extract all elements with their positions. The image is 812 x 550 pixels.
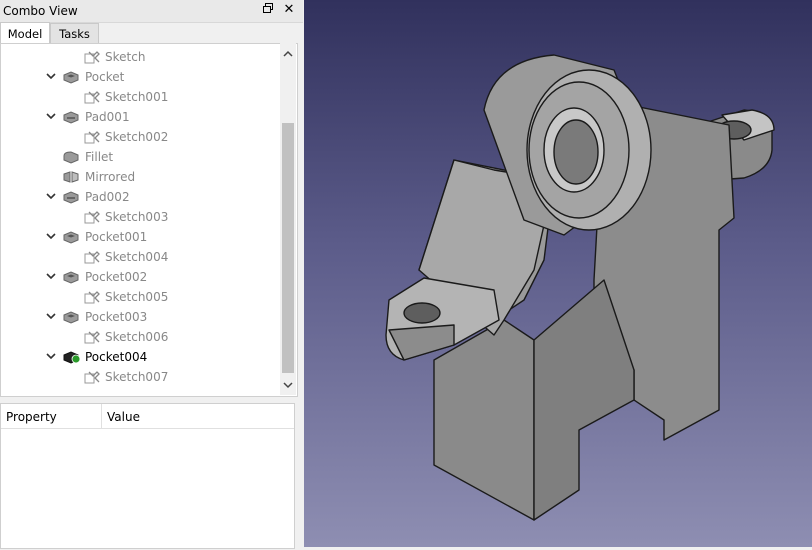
expand-arrow-icon[interactable] [45, 190, 57, 202]
tree-item-label: Pad002 [85, 190, 130, 204]
sketch-icon [84, 90, 100, 104]
value-column-header[interactable]: Value [107, 410, 140, 424]
scroll-up-icon[interactable] [282, 48, 294, 60]
sketch-icon [84, 330, 100, 344]
tab-tasks[interactable]: Tasks [50, 23, 99, 44]
tree-item-label: Pad001 [85, 110, 130, 124]
sketch-icon [84, 290, 100, 304]
tree-item-pad001[interactable]: Pad001 [1, 107, 281, 127]
tree-item-pocket004[interactable]: Pocket004 [1, 347, 281, 367]
tree-item-pocket002[interactable]: Pocket002 [1, 267, 281, 287]
pocket-icon [63, 270, 79, 284]
tree-item-sketch004[interactable]: Sketch004 [1, 247, 281, 267]
tree-item-pocket003[interactable]: Pocket003 [1, 307, 281, 327]
tree-item-sketch001[interactable]: Sketch001 [1, 87, 281, 107]
tab-model[interactable]: Model [0, 22, 50, 45]
tree-item-sketch003[interactable]: Sketch003 [1, 207, 281, 227]
pad-icon [63, 190, 79, 204]
sketch-icon [84, 250, 100, 264]
expand-arrow-icon[interactable] [45, 310, 57, 322]
sketch-icon [84, 210, 100, 224]
tree-item-label: Mirrored [85, 170, 136, 184]
tree-item-sketch006[interactable]: Sketch006 [1, 327, 281, 347]
tree-item-label: Sketch005 [105, 290, 169, 304]
expand-arrow-icon[interactable] [45, 270, 57, 282]
pad-icon [63, 110, 79, 124]
tree-item-sketch005[interactable]: Sketch005 [1, 287, 281, 307]
property-view: Property Value [0, 403, 295, 549]
scroll-down-icon[interactable] [282, 379, 294, 391]
pocket-tip-icon [63, 350, 81, 364]
tree-item-label: Pocket002 [85, 270, 148, 284]
tree-item-label: Pocket [85, 70, 125, 84]
combo-view-panel: Combo View ✕ Model Tasks Sketch Pocket Ske… [0, 0, 303, 549]
tree-item-label: Sketch006 [105, 330, 169, 344]
sketch-icon [84, 370, 100, 384]
expand-arrow-icon[interactable] [45, 350, 57, 362]
tree-item-fillet[interactable]: Fillet [1, 147, 281, 167]
3d-viewport[interactable] [304, 0, 812, 547]
tree-item-pocket[interactable]: Pocket [1, 67, 281, 87]
tree-item-label: Sketch007 [105, 370, 169, 384]
pocket-icon [63, 70, 79, 84]
float-window-icon[interactable] [260, 2, 276, 18]
tree-item-label: Sketch004 [105, 250, 169, 264]
property-column-header[interactable]: Property [6, 410, 57, 424]
pocket-icon [63, 230, 79, 244]
tree-item-label: Sketch [105, 50, 146, 64]
fillet-icon [63, 150, 79, 164]
tree-item-sketch[interactable]: Sketch [1, 47, 281, 67]
column-divider[interactable] [101, 404, 102, 428]
model-tree: Sketch Pocket Sketch001 Pad001 Sketch002 Fill… [0, 43, 298, 397]
tree-item-pad002[interactable]: Pad002 [1, 187, 281, 207]
sketch-icon [84, 130, 100, 144]
expand-arrow-icon[interactable] [45, 70, 57, 82]
scrollbar-thumb[interactable] [282, 123, 294, 373]
tree-item-label: Fillet [85, 150, 114, 164]
expand-arrow-icon[interactable] [45, 110, 57, 122]
expand-arrow-icon[interactable] [45, 230, 57, 242]
tree-item-label: Pocket003 [85, 310, 148, 324]
panel-title: Combo View [3, 4, 78, 18]
tree-item-sketch007[interactable]: Sketch007 [1, 367, 281, 387]
tree-item-label: Sketch003 [105, 210, 169, 224]
pocket-icon [63, 310, 79, 324]
tree-scrollbar[interactable] [280, 43, 296, 395]
property-header: Property Value [1, 404, 294, 429]
3d-part-model[interactable] [304, 0, 812, 547]
tree-item-sketch002[interactable]: Sketch002 [1, 127, 281, 147]
sketch-icon [84, 50, 100, 64]
combo-view-titlebar: Combo View ✕ [0, 0, 303, 23]
close-icon[interactable]: ✕ [281, 2, 297, 18]
tree-item-pocket001[interactable]: Pocket001 [1, 227, 281, 247]
mirrored-icon [63, 170, 79, 184]
tree-item-label: Sketch001 [105, 90, 169, 104]
tab-bar: Model Tasks [0, 22, 303, 45]
tree-item-mirrored[interactable]: Mirrored [1, 167, 281, 187]
tree-item-label: Pocket004 [85, 350, 148, 364]
tree-item-label: Pocket001 [85, 230, 148, 244]
tree-item-label: Sketch002 [105, 130, 169, 144]
